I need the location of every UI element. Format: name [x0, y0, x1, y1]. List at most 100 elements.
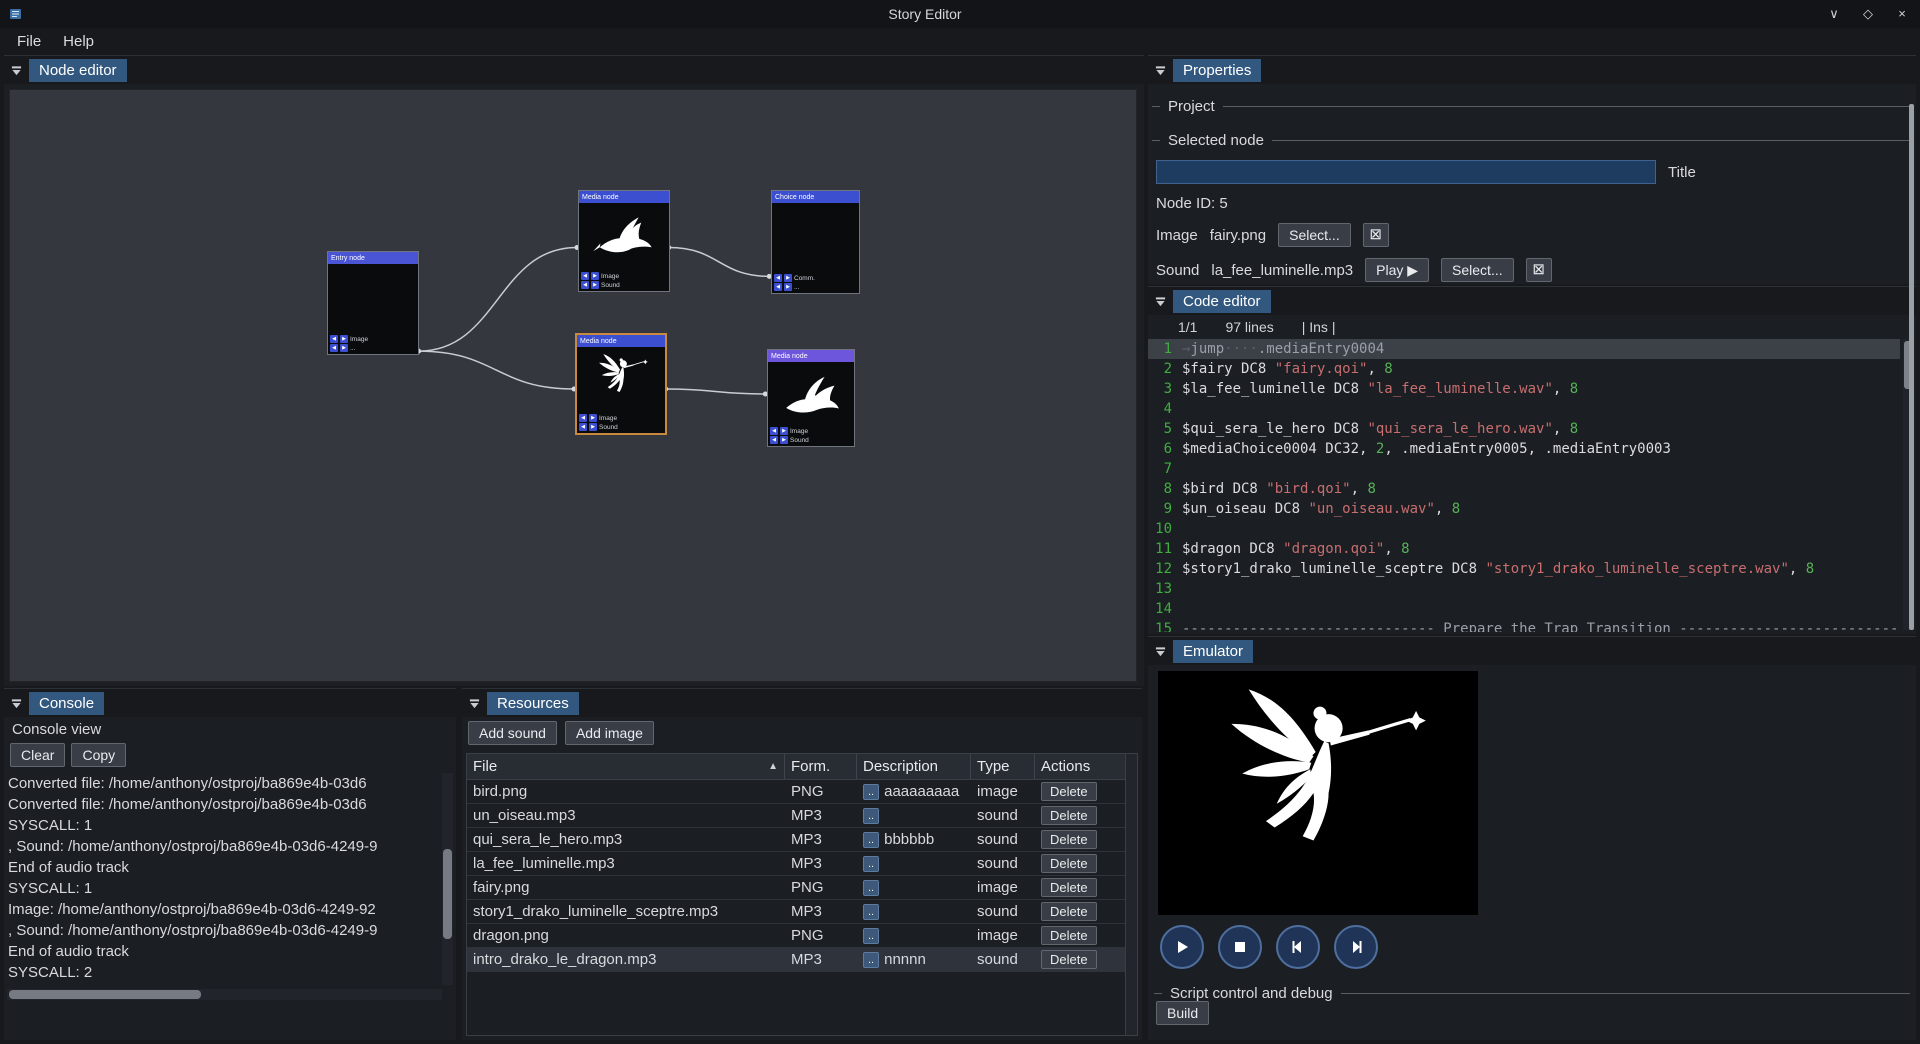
node-port-row[interactable]: ◀▶Sound: [579, 423, 663, 431]
resource-row[interactable]: un_oiseau.mp3MP3..soundDelete: [467, 804, 1137, 828]
sound-select-button[interactable]: Select...: [1441, 258, 1514, 282]
console-log[interactable]: Converted file: /home/anthony/ostproj/ba…: [8, 773, 438, 985]
node-entry[interactable]: Entry node◀▶Image◀▶...: [327, 251, 419, 355]
resource-row[interactable]: la_fee_luminelle.mp3MP3..soundDelete: [467, 852, 1137, 876]
sound-clear-button[interactable]: ⊠: [1526, 258, 1552, 282]
menu-help[interactable]: Help: [52, 30, 105, 53]
node-port-row[interactable]: ◀▶Sound: [581, 281, 667, 289]
prev-icon[interactable]: ◀: [774, 283, 782, 291]
edit-description-button[interactable]: ..: [863, 784, 879, 800]
prev-icon[interactable]: ◀: [581, 272, 589, 280]
table-scrollbar-track[interactable]: [1125, 754, 1137, 1035]
column-header-description[interactable]: Description: [857, 754, 971, 779]
close-button[interactable]: ×: [1892, 6, 1912, 22]
image-clear-button[interactable]: ⊠: [1363, 223, 1389, 247]
resource-row[interactable]: qui_sera_le_hero.mp3MP3..bbbbbbsoundDele…: [467, 828, 1137, 852]
resource-row[interactable]: story1_drako_luminelle_sceptre.mp3MP3..s…: [467, 900, 1137, 924]
sound-play-button[interactable]: Play ▶: [1365, 258, 1429, 282]
edit-description-button[interactable]: ..: [863, 832, 879, 848]
node-bird[interactable]: Media node◀▶Image◀▶Sound: [578, 190, 670, 292]
collapse-icon[interactable]: [469, 698, 480, 709]
node-canvas[interactable]: Entry node◀▶Image◀▶... Media node◀▶Image◀…: [9, 89, 1137, 682]
next-icon[interactable]: ▶: [589, 423, 597, 431]
edit-description-button[interactable]: ..: [863, 808, 879, 824]
resource-row[interactable]: dragon.pngPNG..imageDelete: [467, 924, 1137, 948]
node-choice[interactable]: Choice node◀▶Comm.◀▶...: [771, 190, 860, 294]
next-icon[interactable]: ▶: [780, 436, 788, 444]
prev-icon[interactable]: ◀: [579, 414, 587, 422]
delete-button[interactable]: Delete: [1041, 854, 1097, 873]
copy-button[interactable]: Copy: [71, 743, 126, 767]
delete-button[interactable]: Delete: [1041, 830, 1097, 849]
minimize-button[interactable]: ∨: [1824, 6, 1844, 22]
next-icon[interactable]: ▶: [591, 281, 599, 289]
delete-button[interactable]: Delete: [1041, 782, 1097, 801]
prev-icon[interactable]: ◀: [770, 436, 778, 444]
delete-button[interactable]: Delete: [1041, 902, 1097, 921]
node-port-row[interactable]: ◀▶Image: [579, 414, 663, 422]
console-vertical-scrollbar[interactable]: [442, 773, 453, 985]
collapse-icon[interactable]: [1155, 296, 1166, 307]
delete-button[interactable]: Delete: [1041, 950, 1097, 969]
prev-icon[interactable]: ◀: [770, 427, 778, 435]
maximize-button[interactable]: ◇: [1858, 6, 1878, 22]
prev-icon[interactable]: ◀: [579, 423, 587, 431]
code-text-area[interactable]: 1→jump····.mediaEntry00042$fairy DC8 "fa…: [1148, 339, 1900, 632]
console-horizontal-scrollbar[interactable]: [7, 989, 442, 1000]
build-button[interactable]: Build: [1156, 1001, 1209, 1025]
prev-icon[interactable]: ◀: [581, 281, 589, 289]
node-fairy[interactable]: Media node◀▶Image◀▶Sound: [575, 333, 667, 435]
node-port-row[interactable]: ◀▶...: [774, 283, 857, 291]
prev-icon[interactable]: ◀: [330, 344, 338, 352]
delete-button[interactable]: Delete: [1041, 878, 1097, 897]
node-port-row[interactable]: ◀▶Sound: [770, 436, 852, 444]
step-back-button[interactable]: [1276, 925, 1320, 969]
column-header-type[interactable]: Type: [971, 754, 1035, 779]
next-icon[interactable]: ▶: [591, 272, 599, 280]
node-port-row[interactable]: ◀▶Image: [581, 272, 667, 280]
image-select-button[interactable]: Select...: [1278, 223, 1351, 247]
scrollbar-thumb[interactable]: [443, 849, 452, 939]
stop-button[interactable]: [1218, 925, 1262, 969]
node-port-row[interactable]: ◀▶Image: [330, 335, 416, 343]
clear-button[interactable]: Clear: [10, 743, 65, 767]
next-icon[interactable]: ▶: [784, 274, 792, 282]
step-forward-button[interactable]: [1334, 925, 1378, 969]
prev-icon[interactable]: ◀: [774, 274, 782, 282]
title-input[interactable]: [1156, 160, 1656, 184]
prev-icon[interactable]: ◀: [330, 335, 338, 343]
column-header-actions[interactable]: Actions: [1035, 754, 1137, 779]
collapse-icon[interactable]: [1155, 646, 1166, 657]
column-header-file[interactable]: File▲: [467, 754, 785, 779]
delete-button[interactable]: Delete: [1041, 926, 1097, 945]
resource-row[interactable]: intro_drako_le_dragon.mp3MP3..nnnnnsound…: [467, 948, 1137, 972]
resources-table[interactable]: File▲Form.DescriptionTypeActions bird.pn…: [466, 753, 1138, 1036]
node-port-row[interactable]: ◀▶Comm.: [774, 274, 857, 282]
edit-description-button[interactable]: ..: [863, 880, 879, 896]
collapse-icon[interactable]: [11, 65, 22, 76]
edit-description-button[interactable]: ..: [863, 904, 879, 920]
next-icon[interactable]: ▶: [340, 335, 348, 343]
edit-description-button[interactable]: ..: [863, 928, 879, 944]
collapse-icon[interactable]: [1155, 65, 1166, 76]
menu-file[interactable]: File: [6, 30, 52, 53]
next-icon[interactable]: ▶: [589, 414, 597, 422]
edit-description-button[interactable]: ..: [863, 952, 879, 968]
next-icon[interactable]: ▶: [780, 427, 788, 435]
delete-button[interactable]: Delete: [1041, 806, 1097, 825]
next-icon[interactable]: ▶: [340, 344, 348, 352]
resource-row[interactable]: fairy.pngPNG..imageDelete: [467, 876, 1137, 900]
add-image-button[interactable]: Add image: [565, 721, 654, 745]
edit-description-button[interactable]: ..: [863, 856, 879, 872]
next-icon[interactable]: ▶: [784, 283, 792, 291]
node-dragon[interactable]: Media node◀▶Image◀▶Sound: [767, 349, 855, 447]
column-header-form[interactable]: Form.: [785, 754, 857, 779]
add-sound-button[interactable]: Add sound: [468, 721, 557, 745]
play-button[interactable]: [1160, 925, 1204, 969]
collapse-icon[interactable]: [11, 698, 22, 709]
node-port-row[interactable]: ◀▶...: [330, 344, 416, 352]
node-port-row[interactable]: ◀▶Image: [770, 427, 852, 435]
scrollbar-thumb[interactable]: [9, 990, 201, 999]
dock-scrollbar[interactable]: [1909, 104, 1914, 630]
resource-row[interactable]: bird.pngPNG..aaaaaaaaaimageDelete: [467, 780, 1137, 804]
